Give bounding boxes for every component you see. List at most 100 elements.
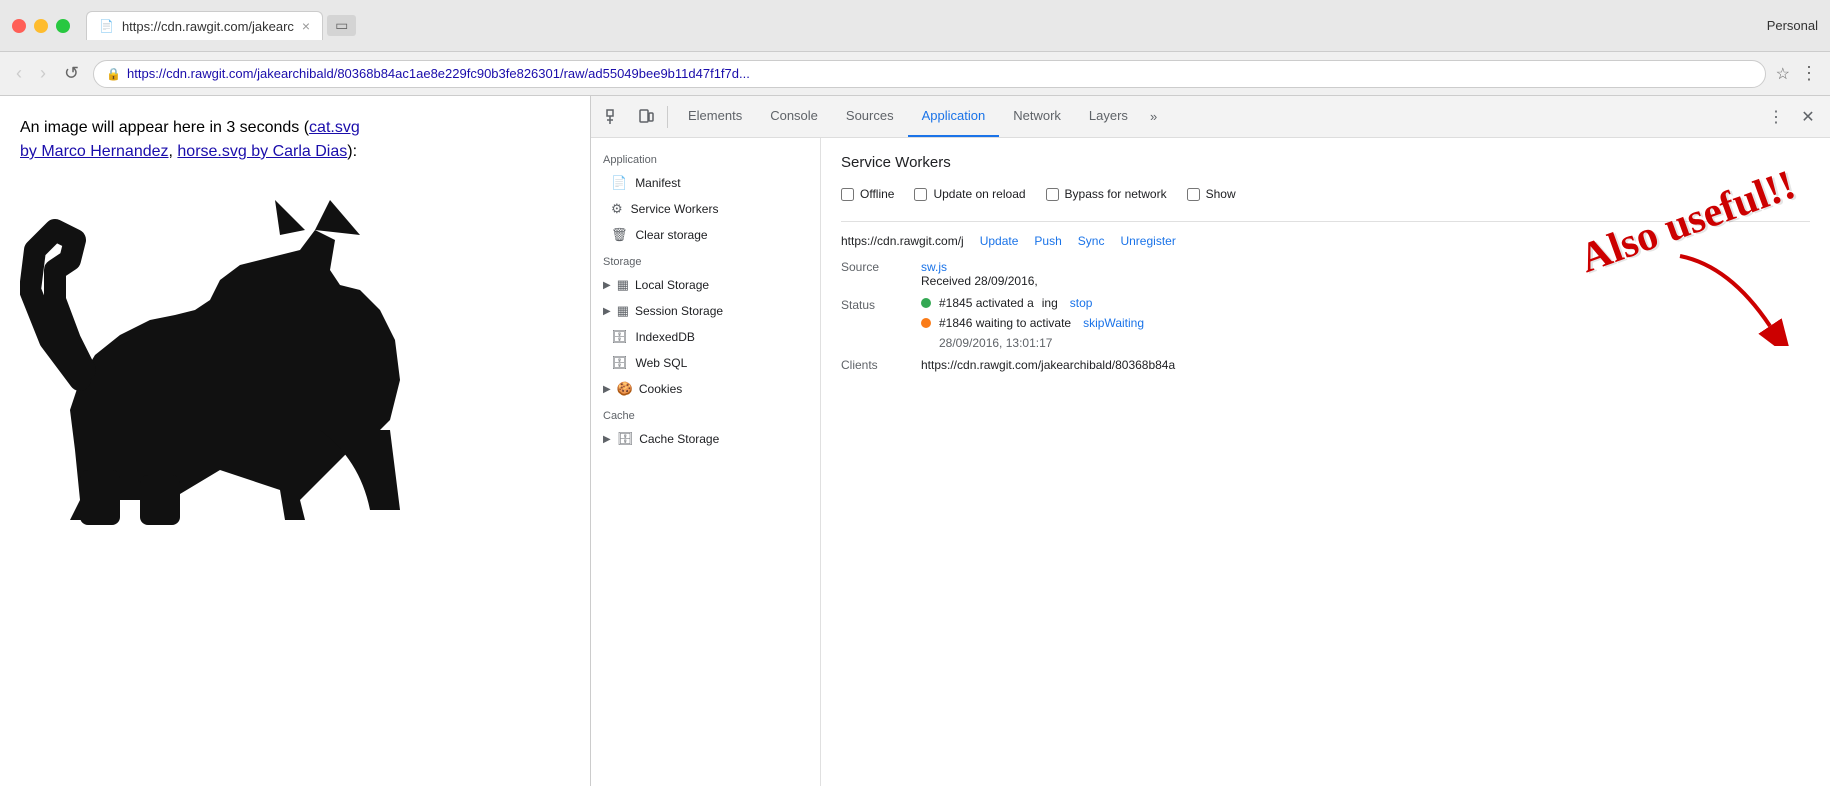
devtools-main-panel: Service Workers Offline Update on reload <box>821 138 1830 786</box>
menu-button[interactable]: ⋮ <box>1800 63 1818 84</box>
sw-sync-link[interactable]: Sync <box>1078 234 1105 248</box>
manifest-icon: 📄 <box>611 175 627 191</box>
update-on-reload-checkbox-item[interactable]: Update on reload <box>914 187 1025 201</box>
checkboxes-row: Offline Update on reload Bypass for netw… <box>841 187 1810 201</box>
sidebar-clear-storage-label: Clear storage <box>636 228 708 242</box>
url-text: https://cdn.rawgit.com/jakearchibald/803… <box>127 66 750 81</box>
clear-storage-icon: 🗑 <box>611 227 628 243</box>
new-tab-button[interactable]: ▭ <box>327 15 356 36</box>
bypass-label: Bypass for network <box>1065 187 1167 201</box>
sidebar-manifest-label: Manifest <box>635 176 680 190</box>
lock-icon: 🔒 <box>106 67 121 81</box>
sidebar-item-manifest[interactable]: 📄 Manifest <box>591 170 820 196</box>
cookies-arrow-icon: ▶ <box>603 384 611 395</box>
devtools-toolbar-right: ⋮ ✕ <box>1762 103 1822 131</box>
sw-stop-link[interactable]: stop <box>1070 296 1093 310</box>
active-tab[interactable]: 📄 https://cdn.rawgit.com/jakearc × <box>86 11 323 40</box>
tab-layers[interactable]: Layers <box>1075 96 1142 137</box>
horse-link[interactable]: horse.svg by Carla Dias <box>177 143 347 160</box>
sw-status-item-1845: #1845 activated a ing stop <box>921 296 1144 310</box>
devtools-body: Application 📄 Manifest ⚙ Service Workers… <box>591 138 1830 786</box>
sidebar-item-session-storage[interactable]: ▶ ▦ Session Storage <box>591 298 820 324</box>
device-toolbar-button[interactable] <box>631 102 661 132</box>
title-bar: 📄 https://cdn.rawgit.com/jakearc × ▭ Per… <box>0 0 1830 52</box>
cat-image <box>20 180 420 560</box>
profile-label: Personal <box>1767 18 1818 33</box>
sw-url-text: https://cdn.rawgit.com/j <box>841 234 964 248</box>
sw-update-link[interactable]: Update <box>980 234 1019 248</box>
service-workers-icon: ⚙ <box>611 201 623 217</box>
bookmark-button[interactable]: ☆ <box>1776 64 1790 84</box>
sidebar-item-cache-storage[interactable]: ▶ 🗄 Cache Storage <box>591 426 820 452</box>
inspect-element-button[interactable] <box>599 102 629 132</box>
update-on-reload-checkbox[interactable] <box>914 188 927 201</box>
address-input[interactable]: 🔒 https://cdn.rawgit.com/jakearchibald/8… <box>93 60 1766 88</box>
sidebar-item-clear-storage[interactable]: 🗑 Clear storage <box>591 222 820 248</box>
sw-clients-row: Clients https://cdn.rawgit.com/jakearchi… <box>841 358 1810 372</box>
tab-more-button[interactable]: » <box>1142 96 1165 137</box>
bypass-checkbox-item[interactable]: Bypass for network <box>1046 187 1167 201</box>
sidebar-item-indexeddb[interactable]: 🗄 IndexedDB <box>591 324 820 350</box>
sidebar-item-web-sql[interactable]: 🗄 Web SQL <box>591 350 820 376</box>
cache-storage-icon: 🗄 <box>617 431 634 447</box>
sw-status-items: #1845 activated a ing stop #1846 waiting… <box>921 296 1144 350</box>
sidebar-cookies-label: Cookies <box>639 382 682 396</box>
maximize-traffic-light[interactable] <box>56 19 70 33</box>
sidebar-item-cookies[interactable]: ▶ 🍪 Cookies <box>591 376 820 402</box>
offline-checkbox[interactable] <box>841 188 854 201</box>
sidebar-service-workers-label: Service Workers <box>631 202 719 216</box>
sidebar-session-storage-label: Session Storage <box>635 304 723 318</box>
tab-application[interactable]: Application <box>908 96 1000 137</box>
tab-close-button[interactable]: × <box>302 18 310 34</box>
sw-status-label: Status <box>841 298 921 312</box>
devtools-toolbar: Elements Console Sources Application Net… <box>591 96 1830 138</box>
sw-received-date: Received 28/09/2016, <box>921 274 1038 288</box>
close-traffic-light[interactable] <box>12 19 26 33</box>
sidebar-section-application: Application <box>591 146 820 170</box>
sidebar-item-service-workers[interactable]: ⚙ Service Workers <box>591 196 820 222</box>
sw-status-1845-text: #1845 activated a <box>939 296 1034 310</box>
tab-network[interactable]: Network <box>999 96 1075 137</box>
minimize-traffic-light[interactable] <box>34 19 48 33</box>
show-checkbox-item[interactable]: Show <box>1187 187 1236 201</box>
tab-favicon: 📄 <box>99 19 114 33</box>
back-button[interactable]: ‹ <box>12 59 26 88</box>
sw-status-row: Status #1845 activated a ing stop <box>841 296 1810 350</box>
update-on-reload-label: Update on reload <box>933 187 1025 201</box>
status-dot-orange <box>921 318 931 328</box>
sidebar-local-storage-label: Local Storage <box>635 278 709 292</box>
cache-storage-arrow-icon: ▶ <box>603 434 611 445</box>
devtools-close-button[interactable]: ✕ <box>1794 103 1822 131</box>
forward-button[interactable]: › <box>36 59 50 88</box>
devtools-more-button[interactable]: ⋮ <box>1762 103 1790 131</box>
sw-push-link[interactable]: Push <box>1034 234 1061 248</box>
offline-label: Offline <box>860 187 894 201</box>
refresh-button[interactable]: ↺ <box>60 59 83 88</box>
sw-skip-waiting-link[interactable]: skipWaiting <box>1083 316 1144 330</box>
sidebar-item-local-storage[interactable]: ▶ ▦ Local Storage <box>591 272 820 298</box>
sw-status-1845-suffix: ing <box>1042 296 1058 310</box>
sidebar-web-sql-label: Web SQL <box>636 356 688 370</box>
offline-checkbox-item[interactable]: Offline <box>841 187 894 201</box>
sw-source-label: Source <box>841 260 921 274</box>
devtools-sidebar: Application 📄 Manifest ⚙ Service Workers… <box>591 138 821 786</box>
tab-elements[interactable]: Elements <box>674 96 756 137</box>
sw-clients-value: https://cdn.rawgit.com/jakearchibald/803… <box>921 358 1175 372</box>
sw-unregister-link[interactable]: Unregister <box>1120 234 1175 248</box>
main-area: An image will appear here in 3 seconds (… <box>0 96 1830 786</box>
sidebar-indexeddb-label: IndexedDB <box>636 330 695 344</box>
panel-title: Service Workers <box>841 154 1810 171</box>
bypass-checkbox[interactable] <box>1046 188 1059 201</box>
sw-source-value: sw.js Received 28/09/2016, <box>921 260 1038 288</box>
traffic-lights <box>12 19 70 33</box>
sw-entry: https://cdn.rawgit.com/j Update Push Syn… <box>841 221 1810 372</box>
tab-console[interactable]: Console <box>756 96 832 137</box>
show-checkbox[interactable] <box>1187 188 1200 201</box>
address-bar: ‹ › ↺ 🔒 https://cdn.rawgit.com/jakearchi… <box>0 52 1830 96</box>
browser-window: 📄 https://cdn.rawgit.com/jakearc × ▭ Per… <box>0 0 1830 786</box>
tab-url-label: https://cdn.rawgit.com/jakearc <box>122 19 294 34</box>
sw-source-link[interactable]: sw.js <box>921 260 947 274</box>
session-storage-arrow-icon: ▶ <box>603 306 611 317</box>
indexeddb-icon: 🗄 <box>611 329 628 345</box>
tab-sources[interactable]: Sources <box>832 96 908 137</box>
